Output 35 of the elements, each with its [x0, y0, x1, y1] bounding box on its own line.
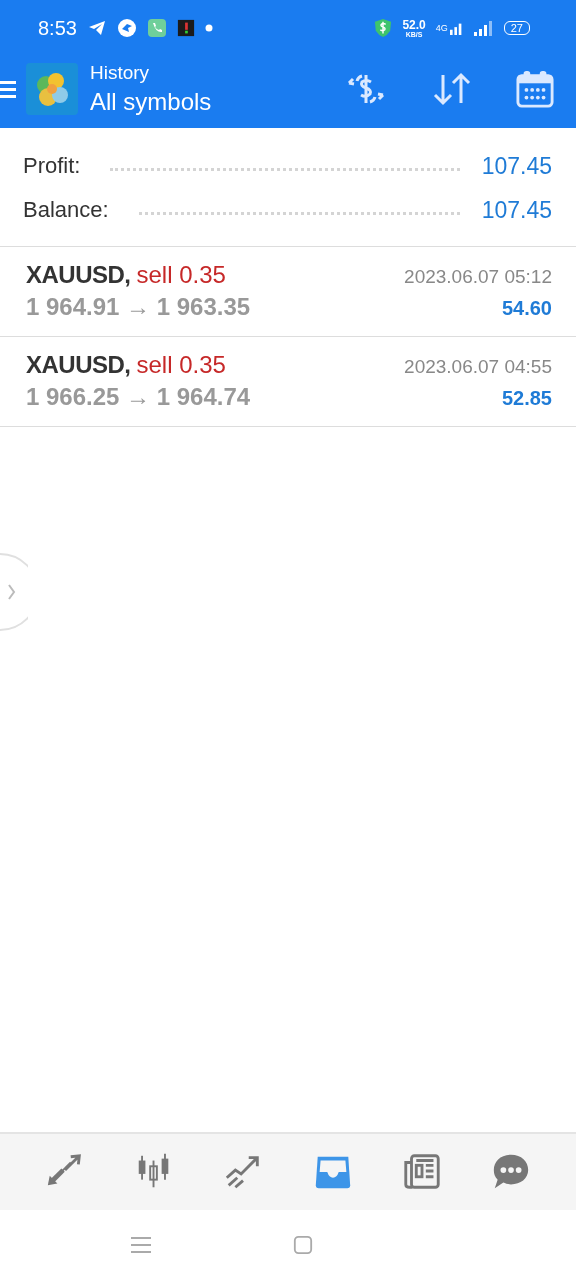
phone-icon	[146, 18, 167, 38]
trade-profit: 54.60	[501, 297, 552, 320]
recent-apps-icon[interactable]	[130, 1235, 153, 1255]
summary-value: 107.45	[481, 152, 552, 180]
network-type: 4G	[435, 23, 448, 33]
side-panel-handle[interactable]	[0, 552, 28, 632]
trade-order: sell 0.35	[136, 351, 226, 379]
battery-indicator: 27	[503, 21, 530, 35]
trade-profit: 52.85	[501, 387, 552, 410]
status-time: 8:53	[38, 16, 77, 40]
trade-prices: 1 964.91 → 1 963.35	[26, 293, 251, 321]
summary-value: 107.45	[481, 196, 552, 224]
menu-icon[interactable]	[0, 79, 16, 99]
trade-time: 2023.06.07 05:12	[404, 266, 552, 288]
shield-icon	[374, 18, 393, 38]
home-icon[interactable]	[293, 1235, 313, 1255]
dot-icon	[204, 24, 213, 32]
symbol-filter[interactable]: All symbols	[90, 88, 212, 116]
trade-symbol: XAUUSD,	[26, 351, 131, 379]
trade-order: sell 0.35	[136, 261, 226, 289]
signal-icon	[473, 20, 494, 36]
trade-time: 2023.06.07 04:55	[404, 356, 552, 378]
trade-row[interactable]: XAUUSD, sell 0.35 2023.06.07 05:12 1 964.91 → 1 963.35 54.60	[0, 247, 576, 337]
app-logo	[26, 63, 78, 115]
network-speed: 52.0	[402, 18, 426, 31]
bird-icon	[116, 18, 137, 38]
app-icon	[176, 19, 195, 37]
summary-label: Balance:	[23, 197, 109, 223]
sort-icon[interactable]	[432, 71, 472, 107]
screen-title: History	[90, 62, 151, 84]
trade-prices: 1 966.25 → 1 964.74	[26, 383, 251, 411]
trade-symbol: XAUUSD,	[26, 261, 131, 289]
summary-label: Profit:	[23, 153, 81, 179]
trade-row[interactable]: XAUUSD, sell 0.35 2023.06.07 04:55 1 966.25 → 1 964.74 52.85	[0, 337, 576, 427]
calendar-icon[interactable]	[516, 70, 554, 108]
